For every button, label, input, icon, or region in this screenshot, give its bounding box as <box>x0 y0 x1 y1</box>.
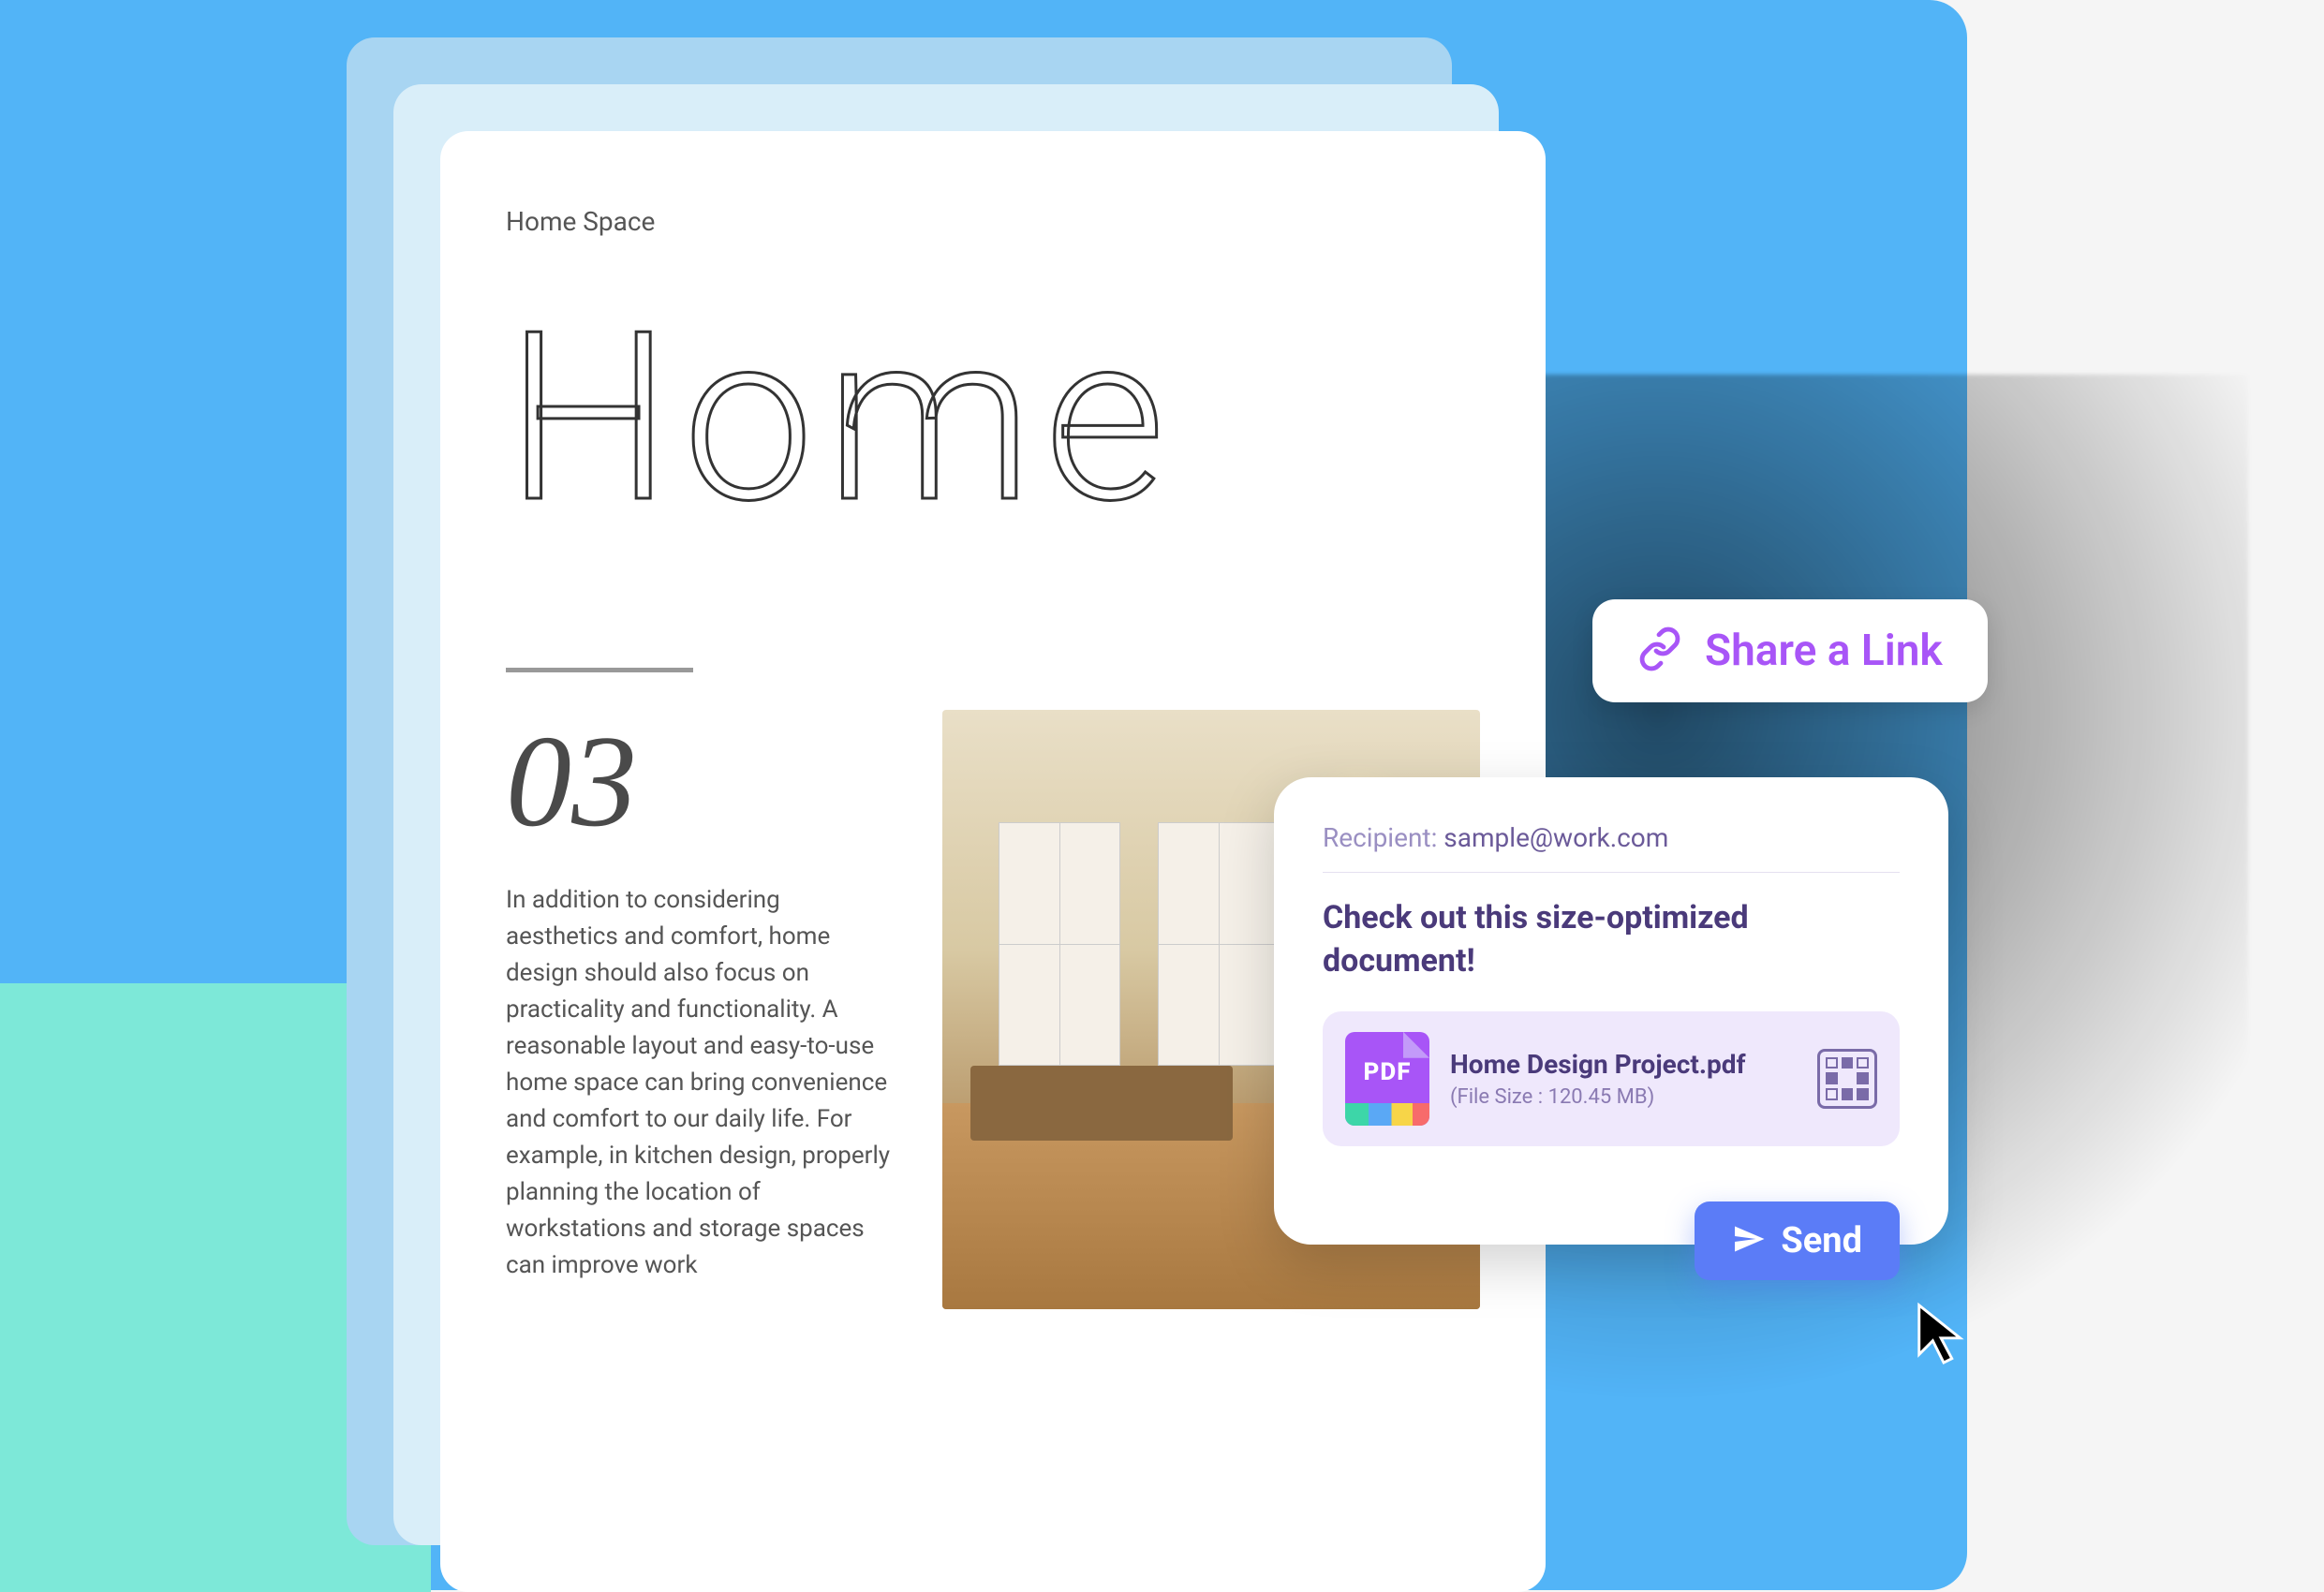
send-button-label: Send <box>1781 1220 1862 1261</box>
recipient-value: sample@work.com <box>1443 822 1668 853</box>
section-number: 03 <box>506 710 896 854</box>
document-left-column: 03 In addition to considering aesthetics… <box>506 710 896 1309</box>
paper-plane-icon <box>1732 1222 1766 1260</box>
recipient-field[interactable]: Recipient: sample@work.com <box>1323 822 1900 873</box>
link-icon <box>1637 626 1682 675</box>
attachment-info: Home Design Project.pdf (File Size : 120… <box>1450 1049 1797 1109</box>
share-message: Check out this size-optimized document! <box>1323 897 1900 983</box>
document-title: Home <box>506 302 1480 537</box>
document-paragraph: In addition to considering aesthetics an… <box>506 882 896 1284</box>
document-header: Home Space <box>506 206 1480 237</box>
share-link-label: Share a Link <box>1705 626 1943 676</box>
attachment-card[interactable]: PDF Home Design Project.pdf (File Size :… <box>1323 1011 1900 1146</box>
attachment-filesize: (File Size : 120.45 MB) <box>1450 1085 1797 1109</box>
qr-code-icon[interactable] <box>1817 1049 1877 1109</box>
recipient-label: Recipient: <box>1323 822 1443 853</box>
cursor-icon <box>1911 1300 1976 1365</box>
share-panel: Recipient: sample@work.com Check out thi… <box>1274 777 1948 1245</box>
document-divider <box>506 668 693 672</box>
attachment-filename: Home Design Project.pdf <box>1450 1049 1797 1080</box>
share-link-button[interactable]: Share a Link <box>1592 599 1988 702</box>
pdf-icon: PDF <box>1345 1032 1429 1126</box>
send-button[interactable]: Send <box>1695 1201 1900 1280</box>
